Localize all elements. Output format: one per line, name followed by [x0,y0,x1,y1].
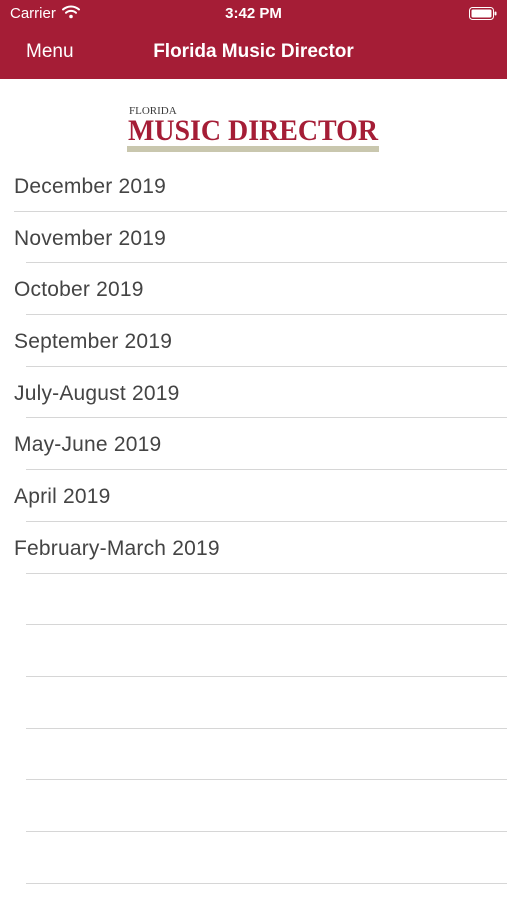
issue-label: September 2019 [14,330,173,354]
navigation-bar: Florida Music Director Menu [0,28,507,79]
issue-row[interactable]: October 2019 [0,263,507,316]
menu-button[interactable]: Menu [26,41,74,63]
issue-label: February-March 2019 [14,536,220,560]
status-bar: Carrier 3:42 PM [0,0,507,28]
issue-row[interactable]: April 2019 [0,470,507,522]
empty-row [0,677,507,729]
issue-label: December 2019 [14,175,167,198]
issue-label: May-June 2019 [14,433,162,457]
nav-title: Florida Music Director [153,41,354,62]
issue-row[interactable]: July-August 2019 [0,367,507,419]
empty-row [0,729,507,781]
empty-row [0,780,507,832]
issue-label: July-August 2019 [14,381,180,405]
empty-row [0,832,507,884]
issue-label: April 2019 [14,485,111,509]
florida-music-director-logo: FLORIDA MUSIC DIRECTOR [127,100,381,160]
row-separator [26,882,507,884]
status-time: 3:42 PM [225,5,282,22]
empty-row [0,625,507,677]
issue-label: November 2019 [14,226,167,250]
issue-row[interactable]: December 2019 [0,160,507,212]
issue-label: October 2019 [14,278,144,302]
logo-main-text: MUSIC DIRECTOR [128,114,378,147]
issue-row[interactable]: February-March 2019 [0,522,507,574]
issue-row[interactable]: May-June 2019 [0,418,507,471]
issue-list: December 2019 November 2019 October 2019 Se… [0,160,507,884]
empty-row [0,574,507,626]
header-bar: Carrier 3:42 PM Florida Music Director M… [0,0,507,79]
issue-row[interactable]: September 2019 [0,315,507,367]
battery-icon [469,7,497,25]
issue-row[interactable]: November 2019 [0,212,507,264]
